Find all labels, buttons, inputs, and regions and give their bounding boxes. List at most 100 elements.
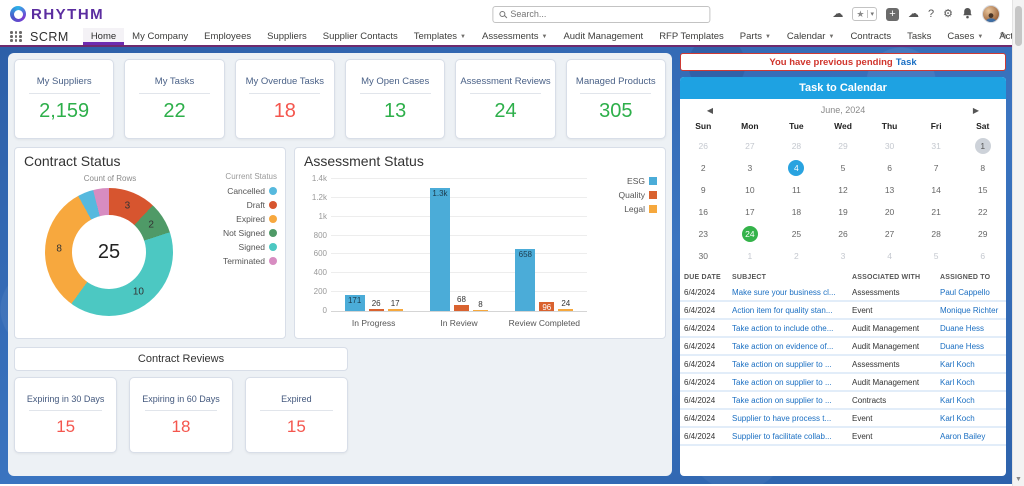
prev-month-icon[interactable]: ◀: [680, 106, 740, 115]
legend-item-cancelled[interactable]: Cancelled: [199, 186, 277, 196]
nav-item-tasks[interactable]: Tasks: [899, 28, 939, 45]
trailhead-icon[interactable]: ☁: [908, 9, 919, 20]
nav-item-employees[interactable]: Employees: [196, 28, 259, 45]
favorites-caret-icon[interactable]: ▾: [867, 10, 876, 18]
calendar-day-14[interactable]: 14: [913, 179, 960, 201]
table-row[interactable]: 6/4/2024Take action on evidence of...Aud…: [680, 338, 1006, 356]
calendar-day-10[interactable]: 10: [727, 179, 774, 201]
task-assigned-to-link[interactable]: Karl Koch: [936, 392, 1006, 408]
table-row[interactable]: 6/4/2024Take action on supplier to ...Au…: [680, 374, 1006, 392]
calendar-day-18[interactable]: 18: [773, 201, 820, 223]
scrollbar-down-icon[interactable]: ▼: [1013, 476, 1024, 483]
legend-item-not-signed[interactable]: Not Signed: [199, 228, 277, 238]
guidance-center-icon[interactable]: ☁: [832, 9, 843, 20]
legend-item-esg[interactable]: ESG: [619, 176, 657, 186]
kpi-card-my-overdue-tasks[interactable]: My Overdue Tasks18: [235, 59, 335, 139]
page-scrollbar[interactable]: ▼: [1012, 0, 1024, 486]
calendar-day-6[interactable]: 6: [959, 245, 1006, 267]
table-row[interactable]: 6/4/2024Make sure your business cl...Ass…: [680, 284, 1006, 302]
setup-gear-icon[interactable]: ⚙: [943, 9, 953, 20]
calendar-day-21[interactable]: 21: [913, 201, 960, 223]
scrollbar-thumb[interactable]: [1015, 6, 1022, 46]
calendar-day-7[interactable]: 7: [913, 157, 960, 179]
kpi-card-my-suppliers[interactable]: My Suppliers2,159: [14, 59, 114, 139]
favorites-star-icon[interactable]: ★: [853, 9, 867, 20]
table-row[interactable]: 6/4/2024Take action on supplier to ...As…: [680, 356, 1006, 374]
calendar-day-3[interactable]: 3: [820, 245, 867, 267]
review-card-expiring-in-60-days[interactable]: Expiring in 60 Days18: [129, 377, 232, 453]
nav-item-templates[interactable]: Templates▼: [406, 28, 474, 45]
kpi-card-my-tasks[interactable]: My Tasks22: [124, 59, 224, 139]
task-assigned-to-link[interactable]: Aaron Bailey: [936, 428, 1006, 444]
review-card-expired[interactable]: Expired15: [245, 377, 348, 453]
nav-item-contracts[interactable]: Contracts: [842, 28, 899, 45]
calendar-day-11[interactable]: 11: [773, 179, 820, 201]
nav-item-calendar[interactable]: Calendar▼: [779, 28, 843, 45]
edit-nav-pencil-icon[interactable]: ✎: [1000, 31, 1008, 42]
legend-item-expired[interactable]: Expired: [199, 214, 277, 224]
nav-item-suppliers[interactable]: Suppliers: [259, 28, 315, 45]
task-subject-link[interactable]: Take action on supplier to ...: [728, 392, 848, 408]
kpi-card-managed-products[interactable]: Managed Products305: [566, 59, 666, 139]
calendar-day-31[interactable]: 31: [913, 135, 960, 157]
calendar-day-5[interactable]: 5: [913, 245, 960, 267]
contract-status-donut[interactable]: 25 32108: [45, 188, 173, 316]
calendar-day-16[interactable]: 16: [680, 201, 727, 223]
calendar-day-23[interactable]: 23: [680, 223, 727, 245]
calendar-day-6[interactable]: 6: [866, 157, 913, 179]
bar-quality-review-completed[interactable]: 96: [539, 302, 554, 311]
calendar-day-3[interactable]: 3: [727, 157, 774, 179]
calendar-day-8[interactable]: 8: [959, 157, 1006, 179]
kpi-card-my-open-cases[interactable]: My Open Cases13: [345, 59, 445, 139]
task-assigned-to-link[interactable]: Paul Cappello: [936, 284, 1006, 300]
calendar-day-4[interactable]: 4: [866, 245, 913, 267]
legend-item-signed[interactable]: Signed: [199, 242, 277, 252]
calendar-day-2[interactable]: 2: [680, 157, 727, 179]
calendar-day-30[interactable]: 30: [680, 245, 727, 267]
global-search[interactable]: [492, 6, 710, 23]
task-subject-link[interactable]: Take action on supplier to ...: [728, 374, 848, 390]
bar-legal-in-review[interactable]: 8: [473, 310, 488, 311]
calendar-day-19[interactable]: 19: [820, 201, 867, 223]
calendar-day-30[interactable]: 30: [866, 135, 913, 157]
table-row[interactable]: 6/4/2024Action item for quality stan...E…: [680, 302, 1006, 320]
bar-esg-in-progress[interactable]: 171: [345, 295, 365, 311]
calendar-day-12[interactable]: 12: [820, 179, 867, 201]
quick-create-icon[interactable]: +: [886, 8, 899, 21]
calendar-day-24[interactable]: 24: [727, 223, 774, 245]
calendar-day-17[interactable]: 17: [727, 201, 774, 223]
app-launcher-icon[interactable]: [10, 31, 22, 42]
task-assigned-to-link[interactable]: Duane Hess: [936, 320, 1006, 336]
bar-legal-in-progress[interactable]: 17: [388, 309, 403, 311]
legend-item-draft[interactable]: Draft: [199, 200, 277, 210]
user-avatar[interactable]: [982, 5, 1000, 23]
help-icon[interactable]: ?: [928, 9, 934, 20]
calendar-day-1[interactable]: 1: [959, 135, 1006, 157]
calendar-day-15[interactable]: 15: [959, 179, 1006, 201]
task-subject-link[interactable]: Take action to include othe...: [728, 320, 848, 336]
calendar-day-20[interactable]: 20: [866, 201, 913, 223]
legend-item-legal[interactable]: Legal: [619, 204, 657, 214]
task-subject-link[interactable]: Action item for quality stan...: [728, 302, 848, 318]
nav-item-audit-management[interactable]: Audit Management: [555, 28, 651, 45]
kpi-card-assessment-reviews[interactable]: Assessment Reviews24: [455, 59, 555, 139]
nav-item-assessments[interactable]: Assessments▼: [474, 28, 555, 45]
task-subject-link[interactable]: Take action on evidence of...: [728, 338, 848, 354]
favorites-control[interactable]: ★ ▾: [852, 7, 877, 21]
nav-item-home[interactable]: Home: [83, 28, 124, 45]
calendar-day-29[interactable]: 29: [820, 135, 867, 157]
pending-task-link[interactable]: Task: [896, 57, 917, 68]
nav-item-rfp-templates[interactable]: RFP Templates: [651, 28, 732, 45]
table-row[interactable]: 6/4/2024Supplier to facilitate collab...…: [680, 428, 1006, 446]
task-assigned-to-link[interactable]: Karl Koch: [936, 374, 1006, 390]
search-input[interactable]: [510, 9, 703, 19]
table-row[interactable]: 6/4/2024Take action on supplier to ...Co…: [680, 392, 1006, 410]
task-subject-link[interactable]: Take action on supplier to ...: [728, 356, 848, 372]
task-assigned-to-link[interactable]: Karl Koch: [936, 356, 1006, 372]
notifications-bell-icon[interactable]: [962, 7, 973, 22]
nav-item-my-company[interactable]: My Company: [124, 28, 196, 45]
next-month-icon[interactable]: ▶: [946, 106, 1006, 115]
task-assigned-to-link[interactable]: Monique Richter: [936, 302, 1006, 318]
task-assigned-to-link[interactable]: Karl Koch: [936, 410, 1006, 426]
calendar-day-25[interactable]: 25: [773, 223, 820, 245]
